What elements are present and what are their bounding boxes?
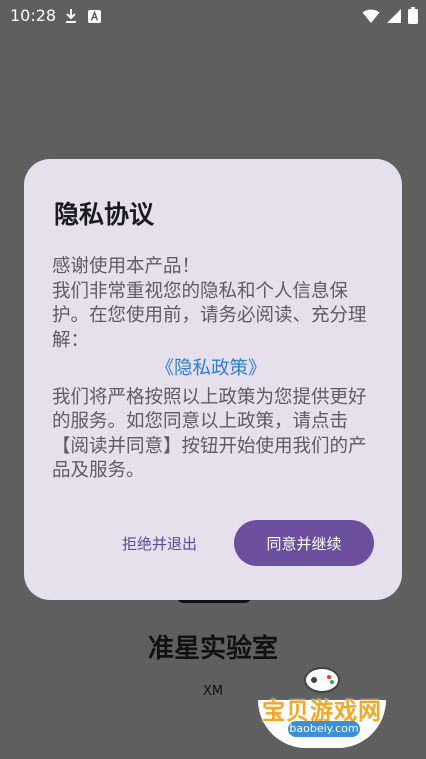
agree-button[interactable]: 同意并继续 [234, 520, 374, 566]
dialog-body-intro: 感谢使用本产品！ 我们非常重视您的隐私和个人信息保护。在您使用前，请务必阅读、充… [52, 256, 367, 351]
wifi-icon [362, 9, 380, 23]
status-right-icons [362, 7, 418, 24]
privacy-policy-link[interactable]: 《隐私政策》 [52, 357, 370, 382]
dialog-body-outro: 我们将严格按照以上政策为您提供更好的服务。如您同意以上政策，请点击【阅读并同意】… [52, 386, 367, 482]
signal-icon [387, 8, 401, 23]
gamepad-icon [304, 667, 340, 693]
privacy-dialog: 隐私协议 感谢使用本产品！ 我们非常重视您的隐私和个人信息保护。在您使用前，请务… [24, 159, 402, 600]
status-bar: 10:28 [0, 0, 426, 32]
battery-icon [408, 7, 418, 24]
status-time: 10:28 [10, 6, 57, 25]
app-title: 准星实验室 [147, 634, 278, 664]
decline-button[interactable]: 拒绝并退出 [122, 533, 197, 554]
status-left-icons [64, 8, 101, 24]
download-icon [66, 9, 76, 23]
dialog-body: 感谢使用本产品！ 我们非常重视您的隐私和个人信息保护。在您使用前，请务必阅读、充… [52, 255, 370, 484]
watermark-url: baobeiy.com [288, 721, 360, 737]
dialog-title: 隐私协议 [54, 200, 155, 229]
watermark: 宝贝游戏网 baobeiy.com [252, 664, 392, 754]
a-badge-icon [88, 9, 101, 23]
